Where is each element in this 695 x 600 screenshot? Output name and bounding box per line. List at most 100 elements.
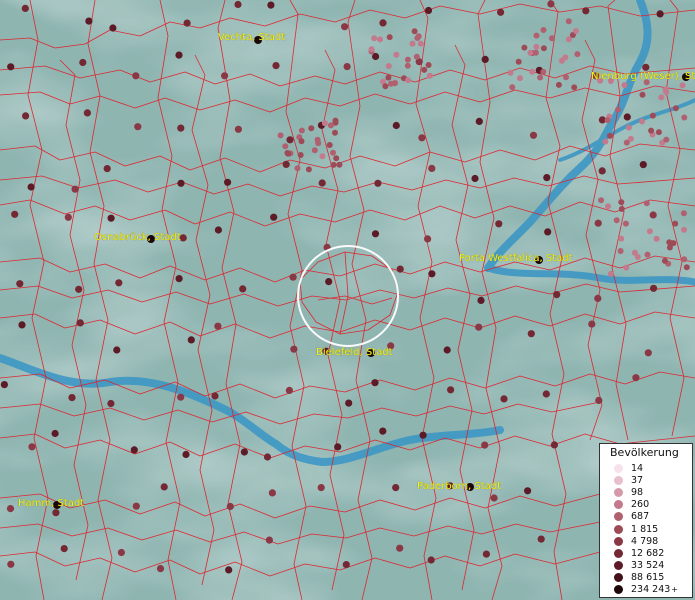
population-dot	[27, 183, 35, 191]
population-dot	[549, 35, 555, 42]
population-dot	[413, 53, 420, 60]
population-dot	[594, 294, 602, 302]
population-dot	[540, 68, 547, 75]
population-dot	[639, 118, 645, 125]
population-dot	[226, 502, 234, 511]
city-label[interactable]: Paderborn, Stadt	[417, 481, 502, 492]
city-label[interactable]: Bielefeld, Stadt	[316, 347, 393, 358]
population-dot	[649, 211, 657, 219]
legend-entry: 12 682	[614, 547, 678, 559]
population-dot	[7, 560, 15, 568]
population-dot	[187, 336, 195, 344]
map-canvas[interactable]: Vechta, Stadt Nienburg (Weser), St Osnabrü…	[0, 0, 695, 600]
population-dot	[481, 441, 489, 449]
population-dot	[79, 58, 87, 67]
population-dot	[319, 153, 326, 160]
population-dot	[64, 213, 72, 221]
city-label[interactable]: Vechta, Stadt	[218, 32, 286, 43]
population-dot	[115, 279, 123, 287]
population-dot	[109, 24, 117, 32]
map-view[interactable]: Vechta, Stadt Nienburg (Weser), St Osnabrü…	[0, 0, 695, 600]
city-label[interactable]: Porta Westfalica, Stadt	[459, 253, 573, 264]
population-dot	[595, 396, 603, 404]
city-label[interactable]: Hamm, Stadt	[18, 498, 85, 509]
population-dot	[500, 395, 508, 403]
population-dot	[107, 214, 115, 222]
population-dot	[282, 160, 290, 168]
population-legend: Bevölkerung 14 37 98 260 687 1 815 4 798 12 682…	[599, 443, 693, 598]
population-dot	[411, 28, 418, 35]
legend-label: 234 243	[631, 584, 671, 596]
population-dot	[507, 69, 514, 76]
population-dot	[265, 536, 273, 544]
population-dot	[330, 149, 336, 156]
population-dot	[414, 35, 421, 41]
population-dot	[658, 94, 665, 101]
population-dot	[509, 84, 516, 91]
population-dot	[308, 125, 315, 132]
population-dot	[666, 239, 673, 246]
population-dot	[515, 58, 522, 65]
population-dot	[594, 219, 602, 227]
legend-label: 88 615	[631, 572, 665, 584]
population-dot	[107, 399, 115, 408]
population-dot	[642, 63, 650, 71]
population-dot	[341, 23, 349, 31]
population-dot	[175, 51, 183, 59]
population-dot	[540, 45, 547, 52]
population-dot	[285, 386, 293, 394]
population-dot	[574, 51, 581, 58]
population-dot	[418, 134, 426, 142]
population-dot	[298, 127, 305, 134]
legend-swatch	[614, 585, 623, 595]
population-dot	[475, 323, 483, 331]
population-dot	[156, 565, 165, 573]
population-dot	[214, 226, 222, 234]
population-dot	[286, 136, 294, 144]
population-dot	[527, 49, 534, 56]
population-dot	[495, 220, 503, 228]
population-dot	[68, 394, 76, 402]
population-dot	[117, 548, 125, 557]
population-dot	[404, 62, 411, 69]
population-dot	[617, 248, 624, 254]
population-dot	[598, 167, 606, 175]
population-dot	[649, 112, 656, 119]
population-dot	[639, 91, 646, 98]
population-dot	[177, 393, 185, 401]
population-dot	[368, 46, 375, 53]
population-dot	[588, 320, 596, 328]
population-dot	[655, 129, 662, 136]
population-dot	[343, 63, 351, 71]
population-dot	[71, 185, 79, 193]
population-dot	[263, 453, 272, 461]
legend-swatch	[614, 463, 623, 473]
population-dot	[537, 74, 544, 81]
city-label[interactable]: Osnabrück, Stadt	[94, 232, 181, 243]
population-dot	[311, 147, 318, 154]
population-dot	[540, 27, 547, 33]
population-dot	[644, 349, 652, 357]
population-dot	[392, 484, 400, 492]
population-dot	[481, 55, 489, 64]
population-dot	[542, 390, 550, 398]
population-dot	[550, 441, 559, 449]
population-dot	[52, 509, 60, 517]
population-dot	[298, 138, 305, 145]
legend-swatch	[614, 512, 623, 522]
population-dot	[214, 322, 222, 330]
population-dot	[618, 206, 625, 212]
population-dot	[327, 122, 334, 129]
population-dot	[477, 296, 485, 304]
population-dot	[285, 150, 292, 157]
population-dot	[103, 165, 111, 173]
population-dot	[532, 49, 539, 56]
city-label[interactable]: Nienburg (Weser), St	[591, 71, 695, 82]
population-dot	[326, 142, 333, 148]
population-dot	[562, 54, 569, 61]
population-dot	[529, 68, 536, 75]
population-dot	[681, 226, 687, 233]
population-dot	[385, 63, 392, 69]
population-dot	[270, 213, 278, 221]
population-dot	[521, 44, 528, 51]
